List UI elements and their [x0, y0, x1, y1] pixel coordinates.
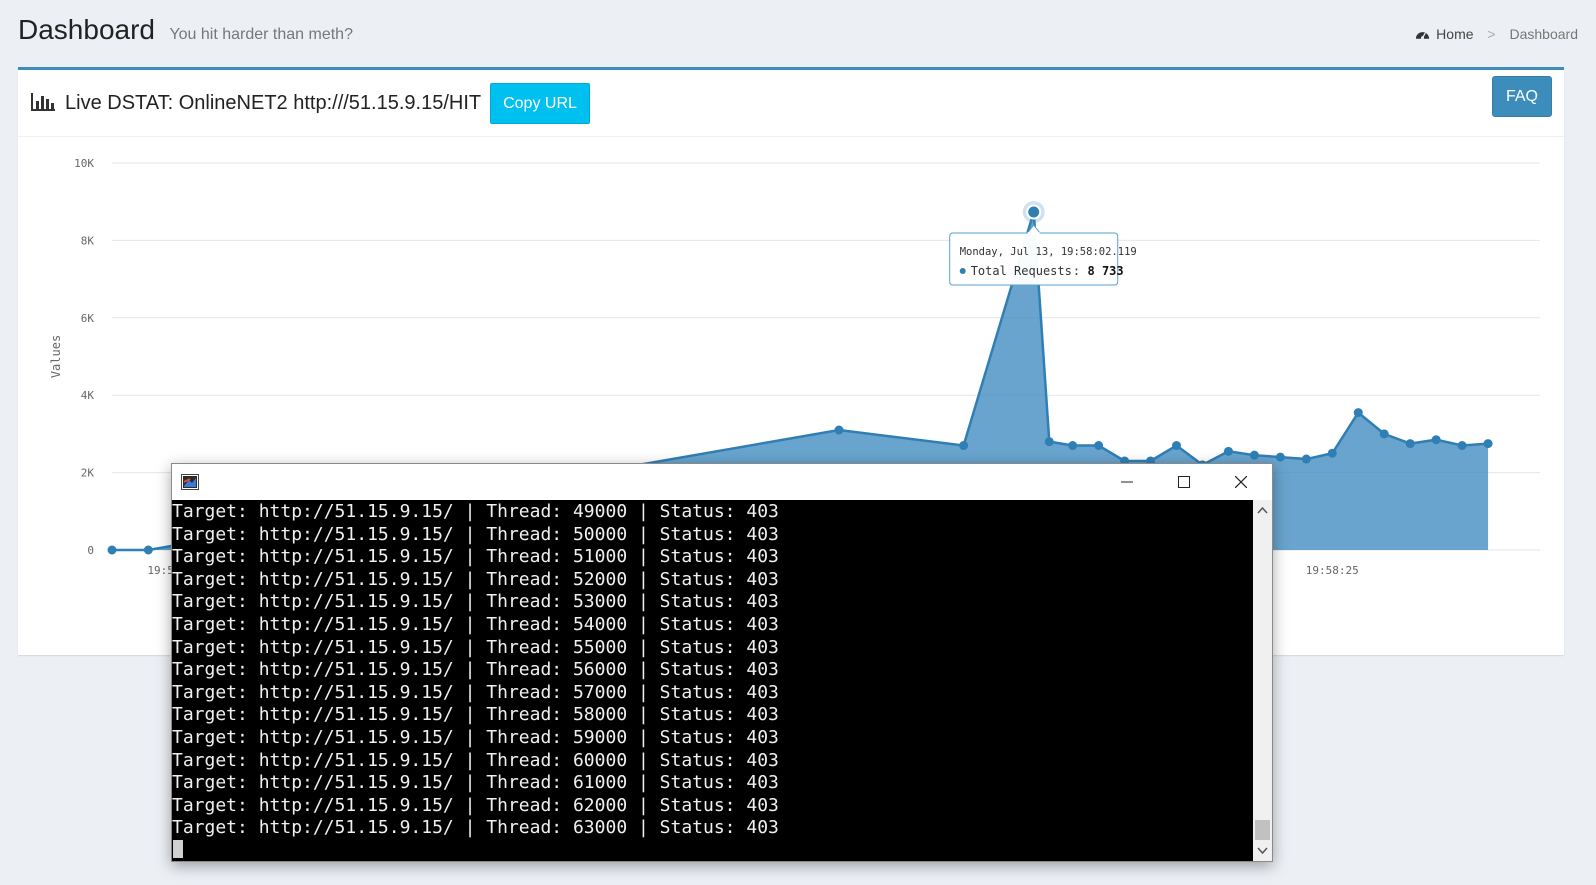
console-window: Target: http://51.15.9.15/ | Thread: 490…	[171, 463, 1273, 862]
console-line: Target: http://51.15.9.15/ | Thread: 580…	[172, 704, 779, 726]
y-tick-label: 10K	[74, 157, 94, 170]
y-tick-label: 2K	[81, 467, 95, 480]
y-tick-label: 0	[87, 544, 94, 557]
data-point	[1405, 439, 1415, 449]
tooltip-colon: :	[1073, 264, 1080, 278]
page-title: Dashboard	[18, 14, 155, 45]
console-line: Target: http://51.15.9.15/ | Thread: 550…	[172, 636, 779, 658]
console-line: Target: http://51.15.9.15/ | Thread: 600…	[172, 749, 779, 771]
data-point	[1249, 450, 1259, 460]
data-point	[1379, 429, 1389, 439]
console-lines: Target: http://51.15.9.15/ | Thread: 490…	[172, 500, 1253, 840]
console-line: Target: http://51.15.9.15/ | Thread: 510…	[172, 546, 779, 568]
scrollbar-thumb[interactable]	[1255, 820, 1270, 840]
data-point	[1301, 454, 1311, 464]
data-point	[1172, 441, 1182, 451]
console-line: Target: http://51.15.9.15/ | Thread: 500…	[172, 523, 779, 545]
data-point	[1431, 435, 1441, 445]
y-axis-title: Values	[49, 335, 63, 378]
tooltip-series-label: Total Requests	[971, 264, 1072, 278]
console-output[interactable]: Target: http://51.15.9.15/ | Thread: 490…	[172, 500, 1253, 861]
minimize-icon	[1121, 481, 1133, 483]
console-line: Target: http://51.15.9.15/ | Thread: 610…	[172, 772, 779, 794]
page-header: Dashboard You hit harder than meth? Home…	[18, 14, 1578, 54]
console-titlebar[interactable]	[172, 464, 1272, 500]
data-point	[1223, 446, 1233, 456]
console-line: Target: http://51.15.9.15/ | Thread: 630…	[172, 817, 779, 839]
console-line: Target: http://51.15.9.15/ | Thread: 590…	[172, 726, 779, 748]
console-line: Target: http://51.15.9.15/ | Thread: 530…	[172, 591, 779, 613]
tooltip-series-marker	[959, 268, 966, 275]
data-point	[1353, 408, 1363, 418]
scroll-down-arrow-icon[interactable]	[1253, 842, 1272, 859]
close-button[interactable]	[1213, 464, 1270, 500]
dashboard-icon	[1416, 32, 1430, 40]
close-icon	[1235, 476, 1247, 488]
page-subtitle: You hit harder than meth?	[169, 26, 353, 43]
breadcrumb-home-link[interactable]: Home	[1415, 26, 1477, 42]
console-line: Target: http://51.15.9.15/ | Thread: 490…	[172, 501, 779, 522]
console-line: Target: http://51.15.9.15/ | Thread: 560…	[172, 659, 779, 681]
breadcrumb-separator: >	[1487, 26, 1496, 42]
breadcrumb-home-label: Home	[1436, 26, 1474, 42]
maximize-icon	[1178, 476, 1190, 488]
data-point	[1275, 452, 1285, 462]
console-line: Target: http://51.15.9.15/ | Thread: 570…	[172, 681, 779, 703]
console-line: Target: http://51.15.9.15/ | Thread: 520…	[172, 568, 779, 590]
tooltip-arrow-cover	[1027, 232, 1040, 236]
data-point	[834, 425, 844, 435]
breadcrumb-current: Dashboard	[1509, 26, 1579, 42]
breadcrumb: Home > Dashboard	[1415, 26, 1578, 42]
console-scrollbar[interactable]	[1253, 500, 1272, 861]
data-point	[1044, 437, 1054, 447]
tooltip-value: 8 733	[1088, 264, 1124, 278]
text-cursor	[173, 840, 183, 858]
chart-tooltip: Monday, Jul 13, 19:58:02.119 Total Reques…	[949, 224, 1137, 286]
y-tick-label: 8K	[81, 234, 95, 247]
minimize-button[interactable]	[1099, 464, 1156, 500]
y-tick-label: 4K	[81, 389, 95, 402]
console-line: Target: http://51.15.9.15/ | Thread: 540…	[172, 613, 779, 635]
console-app-icon	[181, 474, 199, 490]
tooltip-date: Monday, Jul 13, 19:58:02.119	[960, 246, 1137, 258]
scroll-up-arrow-icon[interactable]	[1253, 502, 1272, 519]
console-line: Target: http://51.15.9.15/ | Thread: 620…	[172, 794, 779, 816]
data-point	[143, 545, 153, 555]
data-point	[1457, 441, 1467, 451]
data-point	[959, 441, 969, 451]
data-point	[107, 545, 117, 555]
data-point	[1327, 448, 1337, 458]
x-tick-label: 19:58:25	[1306, 564, 1359, 577]
data-point	[1068, 441, 1078, 451]
data-point	[1026, 204, 1042, 220]
y-tick-label: 6K	[81, 312, 95, 325]
data-point	[1483, 439, 1493, 449]
maximize-button[interactable]	[1156, 464, 1213, 500]
data-point	[1094, 441, 1104, 451]
